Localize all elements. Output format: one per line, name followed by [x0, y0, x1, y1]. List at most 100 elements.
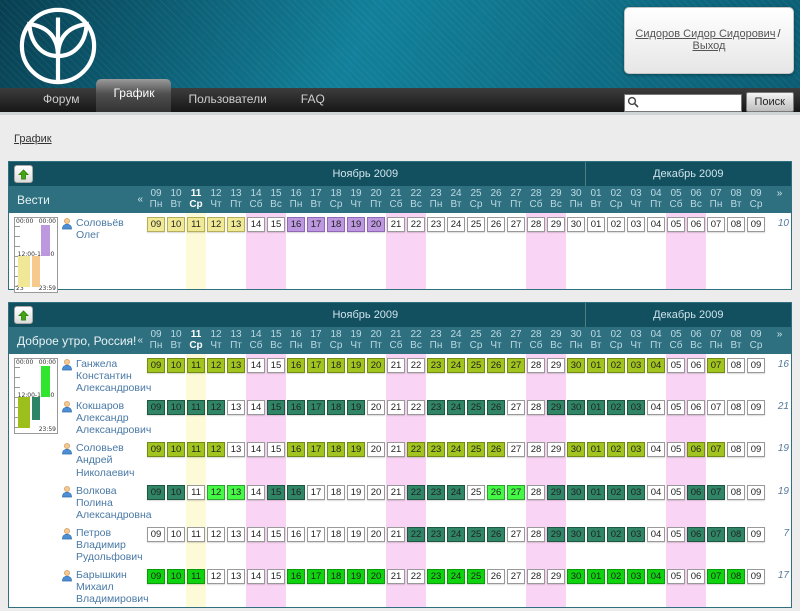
day-cell[interactable]: 22	[406, 354, 426, 396]
day-cell[interactable]: 20	[366, 438, 386, 480]
day-cell[interactable]: 09	[746, 523, 766, 565]
day-cell[interactable]: 15	[266, 213, 286, 289]
day-column-header[interactable]: 22Вс	[406, 186, 426, 213]
day-cell[interactable]: 09	[146, 523, 166, 565]
day-column-header[interactable]: 20Пт	[366, 327, 386, 354]
day-cell[interactable]: 07	[706, 523, 726, 565]
person-name-link[interactable]: Соловьёв Олег	[76, 217, 144, 241]
day-cell[interactable]: 22	[406, 565, 426, 607]
day-column-header[interactable]: 13Пт	[226, 327, 246, 354]
day-cell[interactable]: 11	[186, 481, 206, 523]
day-cell[interactable]: 19	[346, 523, 366, 565]
day-cell[interactable]: 03	[626, 396, 646, 438]
day-cell[interactable]: 09	[146, 438, 166, 480]
day-cell[interactable]: 28	[526, 354, 546, 396]
day-cell[interactable]: 28	[526, 213, 546, 289]
day-cell[interactable]: 05	[666, 481, 686, 523]
day-cell[interactable]: 17	[306, 396, 326, 438]
day-column-header[interactable]: 21Сб	[386, 327, 406, 354]
day-column-header[interactable]: 09Пн	[146, 327, 166, 354]
day-column-header[interactable]: 24Вт	[446, 327, 466, 354]
day-column-header[interactable]: 24Вт	[446, 186, 466, 213]
day-cell[interactable]: 28	[526, 565, 546, 607]
day-cell[interactable]: 04	[646, 481, 666, 523]
day-cell[interactable]: 06	[686, 438, 706, 480]
day-cell[interactable]: 21	[386, 438, 406, 480]
day-cell[interactable]: 20	[366, 565, 386, 607]
day-cell[interactable]: 21	[386, 354, 406, 396]
day-cell[interactable]: 05	[666, 213, 686, 289]
day-cell[interactable]: 30	[566, 481, 586, 523]
day-cell[interactable]: 05	[666, 354, 686, 396]
day-cell[interactable]: 06	[686, 396, 706, 438]
day-cell[interactable]: 27	[506, 565, 526, 607]
user-profile-link[interactable]: Сидоров Сидор Сидорович	[635, 28, 775, 40]
day-column-header[interactable]: 19Чт	[346, 327, 366, 354]
day-cell[interactable]: 25	[466, 354, 486, 396]
day-cell[interactable]: 18	[326, 213, 346, 289]
day-cell[interactable]: 01	[586, 438, 606, 480]
day-cell[interactable]: 02	[606, 213, 626, 289]
nav-tab-0[interactable]: Форум	[26, 86, 96, 112]
day-cell[interactable]: 26	[486, 396, 506, 438]
day-cell[interactable]: 22	[406, 438, 426, 480]
day-cell[interactable]: 10	[166, 565, 186, 607]
day-cell[interactable]: 11	[186, 213, 206, 289]
day-cell[interactable]: 10	[166, 523, 186, 565]
day-column-header[interactable]: 01Вт	[586, 327, 606, 354]
day-cell[interactable]: 15	[266, 523, 286, 565]
day-cell[interactable]: 07	[706, 213, 726, 289]
day-column-header[interactable]: 04Пт	[646, 327, 666, 354]
day-cell[interactable]: 12	[206, 396, 226, 438]
day-cell[interactable]: 18	[326, 396, 346, 438]
day-cell[interactable]: 05	[666, 396, 686, 438]
day-cell[interactable]: 22	[406, 213, 426, 289]
day-cell[interactable]: 29	[546, 396, 566, 438]
day-cell[interactable]: 27	[506, 213, 526, 289]
day-cell[interactable]: 20	[366, 523, 386, 565]
day-column-header[interactable]: 29Вс	[546, 327, 566, 354]
day-cell[interactable]: 28	[526, 523, 546, 565]
day-cell[interactable]: 19	[346, 565, 366, 607]
day-cell[interactable]: 08	[726, 354, 746, 396]
day-cell[interactable]: 05	[666, 438, 686, 480]
day-cell[interactable]: 09	[146, 213, 166, 289]
day-cell[interactable]: 09	[746, 396, 766, 438]
day-cell[interactable]: 20	[366, 481, 386, 523]
day-column-header[interactable]: 28Сб	[526, 327, 546, 354]
day-cell[interactable]: 23	[426, 565, 446, 607]
logout-link[interactable]: Выход	[693, 40, 726, 52]
person-name-link[interactable]: Волкова Полина Александровна	[76, 485, 152, 521]
day-cell[interactable]: 30	[566, 438, 586, 480]
day-column-header[interactable]: 01Вт	[586, 186, 606, 213]
day-cell[interactable]: 16	[286, 396, 306, 438]
day-cell[interactable]: 05	[666, 565, 686, 607]
day-cell[interactable]: 24	[446, 396, 466, 438]
day-cell[interactable]: 06	[686, 213, 706, 289]
day-cell[interactable]: 08	[726, 565, 746, 607]
day-cell[interactable]: 29	[546, 523, 566, 565]
day-cell[interactable]: 06	[686, 354, 706, 396]
day-cell[interactable]: 16	[286, 523, 306, 565]
day-column-header[interactable]: 03Чт	[626, 186, 646, 213]
day-cell[interactable]: 07	[706, 438, 726, 480]
day-column-header[interactable]: 09Ср	[746, 327, 766, 354]
day-column-header[interactable]: 18Ср	[326, 186, 346, 213]
day-column-header[interactable]: 03Чт	[626, 327, 646, 354]
day-column-header[interactable]: 08Вт	[726, 186, 746, 213]
day-cell[interactable]: 20	[366, 354, 386, 396]
day-column-header[interactable]: 09Ср	[746, 186, 766, 213]
day-cell[interactable]: 19	[346, 213, 366, 289]
day-cell[interactable]: 21	[386, 565, 406, 607]
day-column-header[interactable]: 15Вс	[266, 327, 286, 354]
day-cell[interactable]: 30	[566, 213, 586, 289]
day-cell[interactable]: 06	[686, 565, 706, 607]
day-cell[interactable]: 04	[646, 354, 666, 396]
day-column-header[interactable]: 10Вт	[166, 186, 186, 213]
day-cell[interactable]: 12	[206, 213, 226, 289]
day-cell[interactable]: 12	[206, 565, 226, 607]
day-column-header[interactable]: 28Сб	[526, 186, 546, 213]
day-column-header[interactable]: 30Пн	[566, 186, 586, 213]
person-name-link[interactable]: Кокшаров Александр Александрович	[76, 400, 151, 436]
day-column-header[interactable]: 07Пн	[706, 186, 726, 213]
